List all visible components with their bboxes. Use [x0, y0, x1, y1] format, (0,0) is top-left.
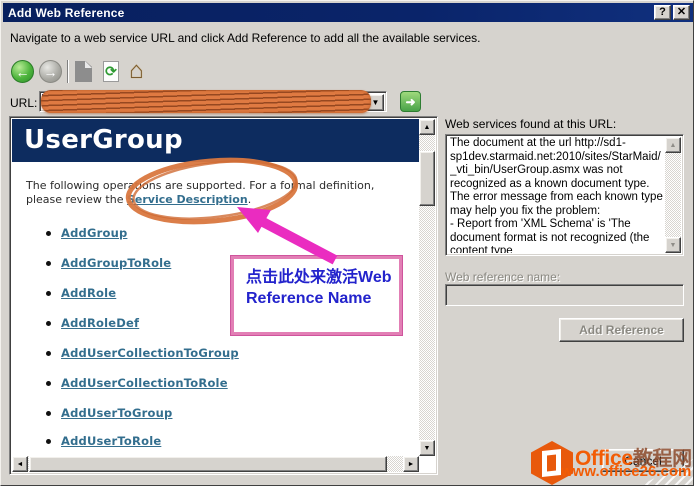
intro-period: .	[247, 193, 252, 206]
forward-button[interactable]: →	[39, 60, 62, 83]
bullet-icon	[46, 380, 51, 386]
operation-link-addroledef[interactable]: AddRoleDef	[61, 316, 139, 330]
page-fold	[85, 61, 92, 68]
operation-link-addusercollectiontogroup[interactable]: AddUserCollectionToGroup	[61, 346, 239, 360]
operation-link-addgrouptorole[interactable]: AddGroupToRole	[61, 256, 171, 270]
scroll-down-button[interactable]: ▼	[665, 237, 681, 253]
scroll-up-button[interactable]: ▲	[665, 137, 681, 153]
add-reference-button[interactable]: Add Reference	[559, 318, 684, 342]
web-services-found-label: Web services found at this URL:	[445, 117, 617, 131]
back-arrow-icon: ←	[15, 63, 30, 80]
chevron-down-icon: ▼	[371, 98, 380, 107]
arrow-right-icon: ►	[407, 460, 415, 468]
arrow-down-icon: ▼	[423, 444, 431, 452]
office-logo-icon	[531, 441, 573, 485]
list-item: AddGroupToRole	[46, 256, 171, 270]
bullet-icon	[46, 260, 51, 266]
preview-horizontal-scrollbar[interactable]: ◄ ►	[12, 456, 419, 472]
close-button[interactable]: ✕	[673, 5, 690, 20]
window-title: Add Web Reference	[8, 5, 125, 20]
arrow-down-icon: ▼	[669, 241, 677, 249]
preview-vertical-scrollbar[interactable]: ▲ ▼	[419, 119, 435, 456]
list-item: AddRoleDef	[46, 316, 139, 330]
intro-line-2-prefix: please review the	[26, 193, 127, 206]
arrow-up-icon: ▲	[669, 141, 677, 149]
instruction-text: Navigate to a web service URL and click …	[10, 31, 481, 45]
web-reference-name-label: Web reference name:	[445, 270, 561, 284]
operation-link-addgroup[interactable]: AddGroup	[61, 226, 127, 240]
service-name-heading: UserGroup	[24, 125, 183, 155]
service-error-text: The document at the url http://sd1-sp1de…	[450, 137, 663, 253]
intro-line-1: The following operations are supported. …	[26, 179, 375, 192]
arrow-up-icon: ▲	[423, 123, 431, 131]
list-item: AddUserCollectionToRole	[46, 376, 228, 390]
refresh-glyph: ⟳	[105, 63, 117, 79]
bullet-icon	[46, 410, 51, 416]
refresh-icon[interactable]: ⟳	[103, 61, 119, 82]
horizontal-scroll-thumb[interactable]	[29, 456, 387, 472]
bullet-icon	[46, 230, 51, 236]
go-arrow-icon: ➜	[405, 94, 416, 109]
scroll-up-button[interactable]: ▲	[419, 119, 435, 135]
back-button[interactable]: ←	[11, 60, 34, 83]
home-glyph: ⌂	[129, 57, 144, 84]
add-web-reference-dialog: Add Web Reference ? ✕ Navigate to a web …	[0, 0, 694, 486]
bullet-icon	[46, 350, 51, 356]
office-logo-door	[542, 449, 561, 477]
service-description-link[interactable]: Service Description	[127, 193, 248, 206]
url-label: URL:	[10, 96, 38, 110]
services-message-box: The document at the url http://sd1-sp1de…	[445, 134, 684, 256]
tutorial-callout-box: 点击此处来激活Web Reference Name	[231, 256, 402, 335]
bullet-icon	[46, 438, 51, 444]
arrow-left-icon: ◄	[16, 460, 24, 468]
office-logo-core	[547, 454, 556, 472]
list-item: AddUserToRole	[46, 434, 161, 448]
forward-arrow-icon: →	[43, 63, 58, 80]
message-scrollbar[interactable]: ▲ ▼	[665, 137, 681, 253]
list-item: AddUserCollectionToGroup	[46, 346, 239, 360]
cancel-button[interactable]: Cancel	[602, 449, 684, 472]
stop-page-icon[interactable]	[75, 61, 92, 82]
toolbar-separator	[67, 60, 69, 83]
vertical-scroll-thumb[interactable]	[419, 151, 435, 206]
list-item: AddGroup	[46, 226, 127, 240]
operation-link-addusertorole[interactable]: AddUserToRole	[61, 434, 161, 448]
list-item: AddRole	[46, 286, 116, 300]
home-icon[interactable]: ⌂	[129, 57, 144, 85]
operation-link-addusertogroup[interactable]: AddUserToGroup	[61, 406, 172, 420]
scroll-left-button[interactable]: ◄	[12, 456, 28, 472]
service-header-band: UserGroup	[12, 119, 435, 162]
web-reference-name-input[interactable]	[445, 284, 684, 306]
list-item: AddUserToGroup	[46, 406, 172, 420]
bullet-icon	[46, 290, 51, 296]
bullet-icon	[46, 320, 51, 326]
title-bar[interactable]: Add Web Reference ? ✕	[3, 3, 693, 22]
go-button[interactable]: ➜	[400, 91, 421, 112]
scroll-down-button[interactable]: ▼	[419, 440, 435, 456]
operation-link-addrole[interactable]: AddRole	[61, 286, 116, 300]
help-button[interactable]: ?	[654, 5, 671, 20]
scroll-right-button[interactable]: ►	[403, 456, 419, 472]
intro-paragraph: The following operations are supported. …	[26, 179, 374, 207]
url-redaction-scribble	[41, 90, 371, 113]
intro-line-2: please review the Service Description.	[26, 193, 374, 207]
operation-link-addusercollectiontorole[interactable]: AddUserCollectionToRole	[61, 376, 228, 390]
